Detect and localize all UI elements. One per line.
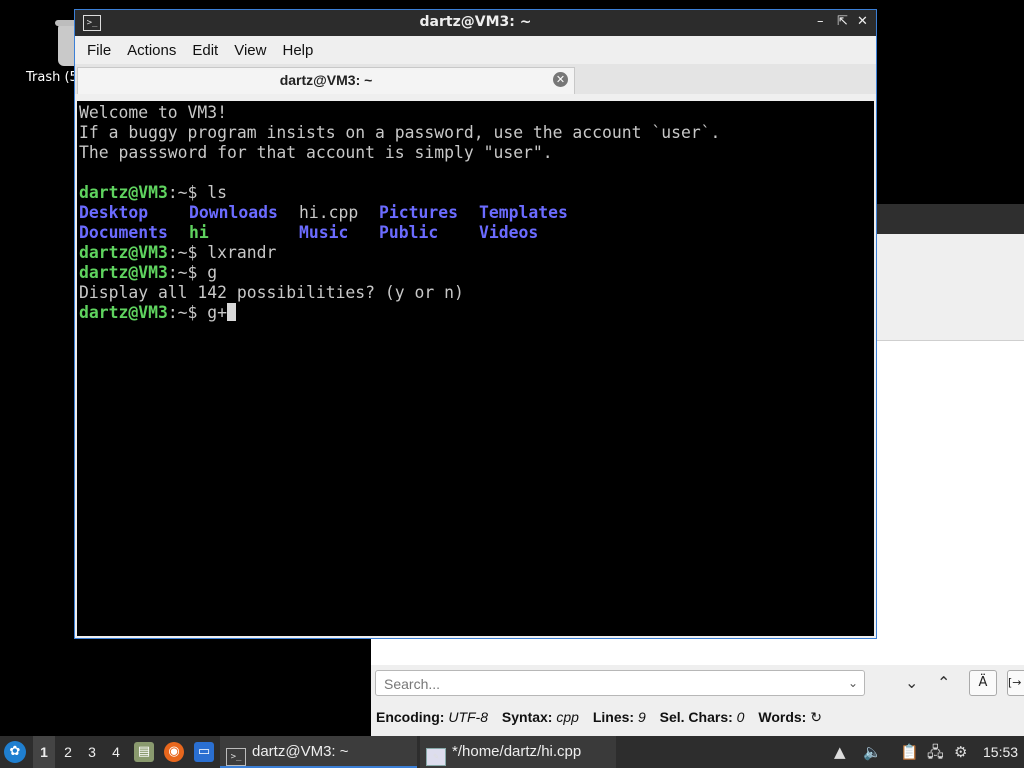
text-editor-icon: ✎ bbox=[426, 748, 446, 766]
file-manager-icon[interactable]: ▤ bbox=[134, 742, 154, 762]
search-input[interactable] bbox=[382, 672, 846, 696]
tab-terminal[interactable]: dartz@VM3: ~ ✕ bbox=[77, 67, 575, 94]
chevron-down-icon[interactable]: ⌄ bbox=[848, 676, 858, 690]
terminal-titlebar[interactable]: >_ dartz@VM3: ~ – ⇱ ✕ bbox=[75, 10, 876, 36]
tab-close-icon[interactable]: ✕ bbox=[553, 72, 568, 87]
find-next-button[interactable]: ⌄ bbox=[905, 673, 918, 692]
ls-entry: Videos bbox=[479, 223, 539, 242]
close-icon[interactable]: ✕ bbox=[857, 14, 868, 29]
show-desktop-icon[interactable]: ▭ bbox=[194, 742, 214, 762]
trash-label: Trash (5 bbox=[26, 70, 78, 85]
ls-entry: Downloads bbox=[189, 203, 278, 222]
workspace-1[interactable]: 1 bbox=[33, 736, 55, 768]
workspace-4[interactable]: 4 bbox=[105, 736, 127, 768]
task-label: dartz@VM3: ~ bbox=[252, 743, 349, 760]
firefox-icon[interactable]: ◉ bbox=[164, 742, 184, 762]
update-notifier-icon[interactable]: ⚙ bbox=[954, 736, 967, 768]
refresh-icon[interactable]: ↻ bbox=[810, 709, 822, 725]
command-text: g bbox=[207, 263, 218, 282]
command-text: lxrandr bbox=[207, 243, 277, 262]
ls-entry: Desktop bbox=[79, 203, 149, 222]
lines-label: Lines: bbox=[592, 709, 635, 725]
terminal-line: dartz@VM3:~$ g+ bbox=[79, 303, 874, 323]
syntax-label: Syntax: bbox=[501, 709, 553, 725]
ls-entry: hi bbox=[189, 223, 209, 242]
encoding-value: UTF-8 bbox=[448, 709, 488, 725]
terminal-line: Display all 142 possibilities? (y or n) bbox=[79, 283, 464, 302]
text-cursor bbox=[227, 303, 237, 321]
clock[interactable]: 15:53 bbox=[983, 736, 1018, 768]
taskbar: ✿ 1 2 3 4 ▤ ◉ ▭ >_ dartz@VM3: ~ ✎ */home/d… bbox=[0, 736, 1024, 768]
command-text: g+ bbox=[207, 303, 228, 322]
find-previous-button[interactable]: ⌃ bbox=[937, 673, 950, 692]
encoding-label: Encoding: bbox=[376, 709, 445, 725]
words-label: Words: bbox=[758, 709, 807, 725]
search-box[interactable]: ⌄ bbox=[375, 670, 865, 696]
clipboard-icon[interactable]: 📋 bbox=[900, 736, 919, 768]
terminal-line: Welcome to VM3! bbox=[79, 103, 228, 122]
prompt-user: dartz@VM3 bbox=[79, 303, 168, 322]
workspace-3[interactable]: 3 bbox=[81, 736, 103, 768]
start-menu-icon[interactable]: ✿ bbox=[4, 741, 26, 763]
minimize-icon[interactable]: – bbox=[817, 14, 824, 29]
menu-file[interactable]: File bbox=[79, 42, 119, 59]
ls-entry: Public bbox=[379, 223, 439, 242]
prompt-user: dartz@VM3 bbox=[79, 263, 168, 282]
ls-output-line: Documents hi Music Public Videos bbox=[79, 223, 874, 243]
prompt-path: :~$ bbox=[167, 183, 208, 202]
tab-label: dartz@VM3: ~ bbox=[279, 72, 373, 88]
scroll-up-icon[interactable]: ▲ bbox=[834, 736, 846, 768]
menu-edit[interactable]: Edit bbox=[184, 42, 226, 59]
ls-entry: Templates bbox=[479, 203, 568, 222]
network-icon[interactable]: 🖧 bbox=[927, 736, 944, 768]
menu-help[interactable]: Help bbox=[274, 42, 321, 59]
workspace-2[interactable]: 2 bbox=[57, 736, 79, 768]
prompt-path: :~$ bbox=[167, 243, 208, 262]
ls-entry: hi.cpp bbox=[299, 203, 359, 222]
menu-view[interactable]: View bbox=[226, 42, 274, 59]
editor-window-background bbox=[877, 204, 1024, 344]
ls-entry: Documents bbox=[79, 223, 168, 242]
whole-word-button[interactable]: [→ bbox=[1007, 670, 1024, 696]
ls-entry: Music bbox=[299, 223, 349, 242]
sel-chars-label: Sel. Chars: bbox=[659, 709, 733, 725]
volume-icon[interactable]: 🔈 bbox=[863, 736, 882, 768]
task-text-editor[interactable]: ✎ */home/dartz/hi.cpp bbox=[420, 736, 616, 768]
menu-bar: File Actions Edit View Help bbox=[75, 36, 876, 64]
ls-output-line: Desktop Downloads hi.cpp Pictures Templates bbox=[79, 203, 874, 223]
terminal-output[interactable]: Welcome to VM3! If a buggy program insis… bbox=[77, 101, 874, 636]
terminal-line: dartz@VM3:~$ g bbox=[79, 263, 874, 283]
terminal-line: The passsword for that account is simply… bbox=[79, 143, 553, 162]
terminal-window: >_ dartz@VM3: ~ – ⇱ ✕ File Actions Edit … bbox=[74, 9, 877, 639]
prompt-user: dartz@VM3 bbox=[79, 183, 168, 202]
terminal-icon: >_ bbox=[226, 748, 246, 766]
window-title: dartz@VM3: ~ bbox=[419, 14, 532, 30]
ls-entry: Pictures bbox=[379, 203, 458, 222]
sel-chars-value: 0 bbox=[736, 709, 745, 725]
menu-actions[interactable]: Actions bbox=[119, 42, 184, 59]
prompt-path: :~$ bbox=[167, 263, 208, 282]
editor-toolbar bbox=[877, 234, 1024, 341]
maximize-icon[interactable]: ⇱ bbox=[837, 14, 848, 29]
editor-status-bar: Encoding: UTF-8 Syntax: cpp Lines: 9 Sel… bbox=[376, 709, 822, 726]
task-label: */home/dartz/hi.cpp bbox=[452, 743, 582, 760]
terminal-line: dartz@VM3:~$ lxrandr bbox=[79, 243, 874, 263]
tab-bar: dartz@VM3: ~ ✕ bbox=[75, 64, 876, 94]
match-case-button[interactable]: Ä bbox=[969, 670, 997, 696]
editor-search-panel: ⌄ ⌄ ⌃ Ä [→ Encoding: UTF-8 Syntax: cpp … bbox=[371, 665, 1024, 736]
lines-value: 9 bbox=[637, 709, 646, 725]
task-terminal[interactable]: >_ dartz@VM3: ~ bbox=[220, 736, 417, 768]
command-text: ls bbox=[207, 183, 228, 202]
prompt-user: dartz@VM3 bbox=[79, 243, 168, 262]
prompt-path: :~$ bbox=[167, 303, 208, 322]
terminal-line: If a buggy program insists on a password… bbox=[79, 123, 721, 142]
editor-titlebar bbox=[877, 204, 1024, 234]
terminal-line: dartz@VM3:~$ ls bbox=[79, 183, 874, 203]
syntax-value: cpp bbox=[556, 709, 579, 725]
